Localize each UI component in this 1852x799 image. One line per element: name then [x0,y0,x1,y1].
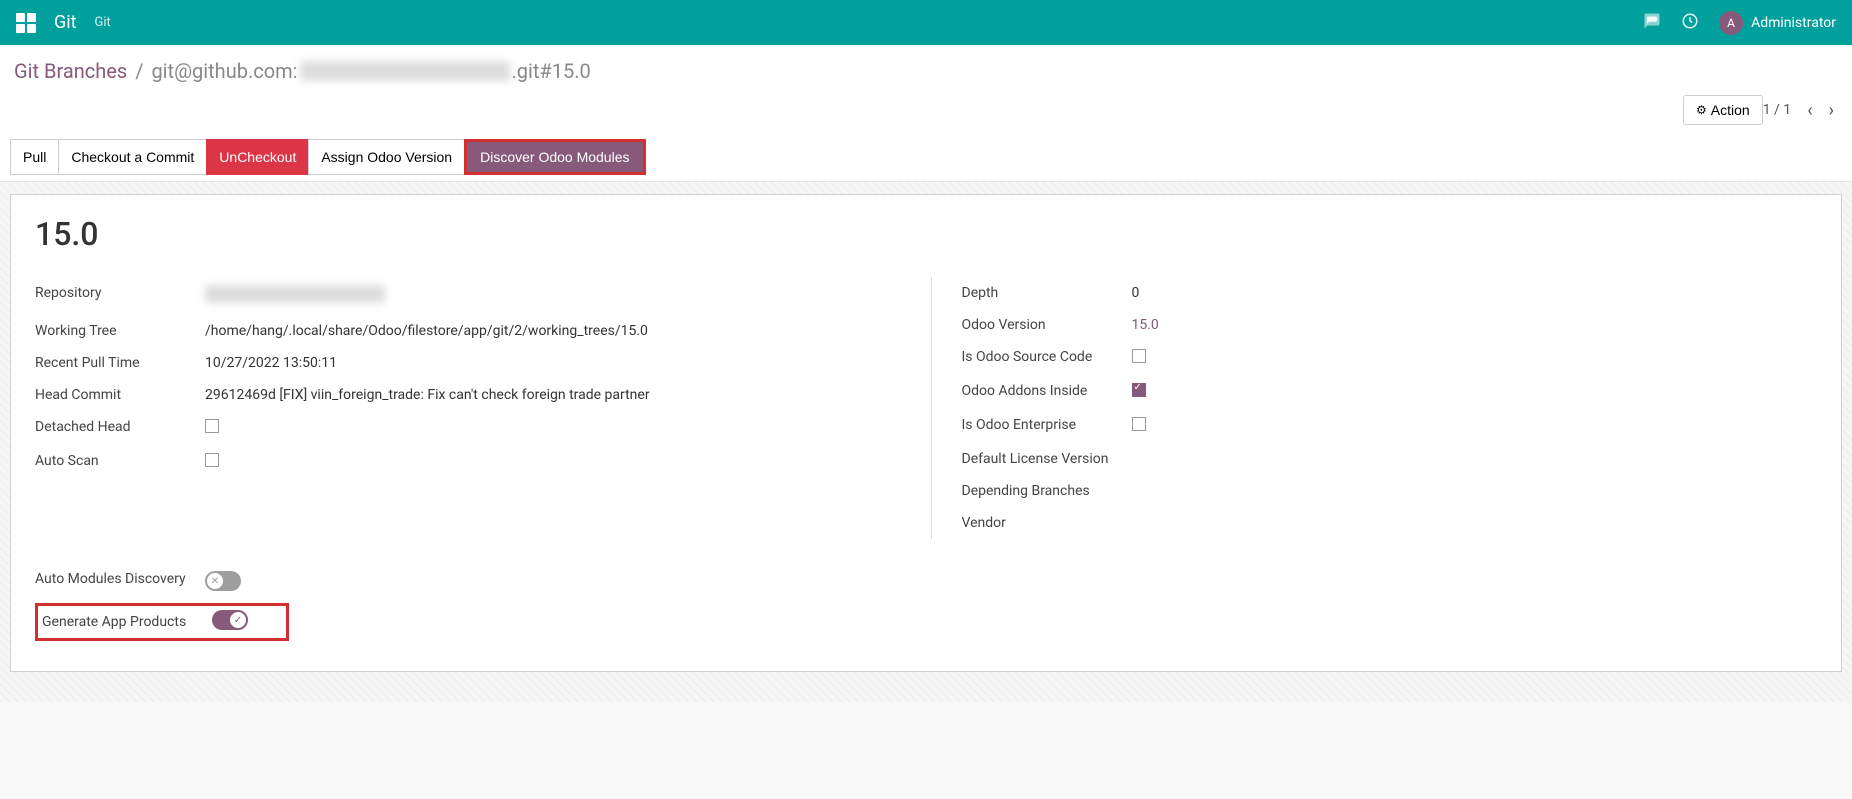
label-is-source: Is Odoo Source Code [962,349,1132,365]
pull-button[interactable]: Pull [10,139,59,175]
label-default-license: Default License Version [962,451,1132,467]
user-menu[interactable]: A Administrator [1719,11,1836,35]
label-working-tree: Working Tree [35,323,205,339]
breadcrumb-suffix: .git#15.0 [512,59,591,83]
page-title: 15.0 [35,215,1817,253]
action-label: Action [1711,102,1750,118]
label-vendor: Vendor [962,515,1132,531]
app-title: Git [54,12,77,33]
breadcrumb-separator: / [135,59,143,83]
label-generate-products: Generate App Products [42,614,212,630]
value-head-commit: 29612469d [FIX] viin_foreign_trade: Fix … [205,387,891,403]
checkout-commit-button[interactable]: Checkout a Commit [58,139,207,175]
value-recent-pull: 10/27/2022 13:50:11 [205,355,891,371]
label-auto-scan: Auto Scan [35,453,205,469]
pager-text: 1 / 1 [1763,102,1791,118]
checkbox-is-enterprise[interactable] [1132,417,1146,431]
discover-modules-button[interactable]: Discover Odoo Modules [467,142,642,172]
label-auto-discovery: Auto Modules Discovery [35,571,205,587]
value-depth: 0 [1132,285,1818,301]
breadcrumb-current: git@github.com: .git#15.0 [151,59,590,83]
breadcrumb-prefix: git@github.com: [151,59,297,83]
highlight-discover-modules: Discover Odoo Modules [464,139,645,175]
label-recent-pull: Recent Pull Time [35,355,205,371]
activities-icon[interactable] [1681,12,1699,34]
value-working-tree: /home/hang/.local/share/Odoo/filestore/a… [205,323,891,339]
label-addons-inside: Odoo Addons Inside [962,383,1132,399]
label-depending-branches: Depending Branches [962,483,1132,499]
label-depth: Depth [962,285,1132,301]
label-repository: Repository [35,285,205,301]
menu-git[interactable]: Git [95,15,111,30]
label-head-commit: Head Commit [35,387,205,403]
value-repository-redacted [205,285,385,303]
apps-icon[interactable] [16,13,36,33]
gear-icon: ⚙ [1696,103,1707,117]
uncheckout-button[interactable]: UnCheckout [206,139,309,175]
checkbox-detached-head[interactable] [205,419,219,433]
toggle-generate-products[interactable]: ✓ [212,610,248,630]
checkbox-addons-inside[interactable] [1132,383,1146,397]
assign-version-button[interactable]: Assign Odoo Version [308,139,465,175]
conversations-icon[interactable] [1643,12,1661,34]
breadcrumb-redacted [300,61,510,81]
avatar: A [1719,11,1743,35]
label-detached-head: Detached Head [35,419,205,435]
breadcrumb-root[interactable]: Git Branches [14,59,127,83]
label-odoo-version: Odoo Version [962,317,1132,333]
checkbox-auto-scan[interactable] [205,453,219,467]
pager-prev[interactable]: ‹ [1803,98,1816,123]
user-name: Administrator [1751,15,1836,31]
value-odoo-version[interactable]: 15.0 [1132,317,1159,333]
pager-next[interactable]: › [1825,98,1838,123]
checkbox-is-source[interactable] [1132,349,1146,363]
label-is-enterprise: Is Odoo Enterprise [962,417,1132,433]
action-button[interactable]: ⚙ Action [1683,95,1763,125]
highlight-generate-products: Generate App Products ✓ [35,603,289,641]
toggle-auto-discovery[interactable]: ✕ [205,571,241,591]
